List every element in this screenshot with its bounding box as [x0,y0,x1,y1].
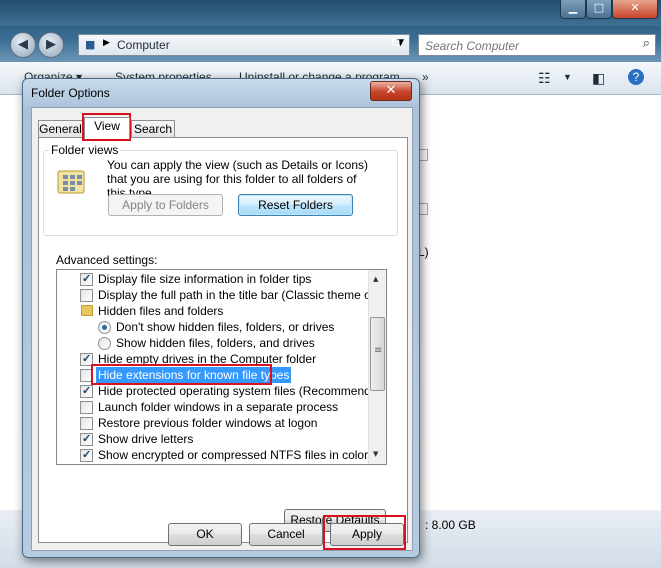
tab-search[interactable]: Search [131,120,175,138]
list-item[interactable]: Don't show hidden files, folders, or dri… [57,319,369,335]
list-item-label: Display file size information in folder … [98,272,312,286]
checkbox[interactable] [80,383,93,399]
checkbox[interactable] [80,417,93,430]
folder-options-dialog: Folder Options ✕ General View Search Fol… [22,78,420,558]
explorer-close-button[interactable]: ✕ [612,0,658,19]
apply-to-folders-button[interactable]: Apply to Folders [108,194,223,216]
preview-pane-icon[interactable]: ◧ [592,70,605,87]
list-item-label: Hide protected operating system files (R… [98,384,387,398]
advanced-settings-label: Advanced settings: [56,253,158,267]
radio-button[interactable] [98,321,111,334]
list-item-label: Restore previous folder windows at logon [98,416,318,430]
highlight-apply-button [323,515,406,550]
list-item-label: Don't show hidden files, folders, or dri… [116,320,335,334]
dialog-body: General View Search Folder views You can… [31,107,413,551]
computer-icon: ■ [85,38,96,51]
maximize-button[interactable]: □ [586,0,612,19]
ok-button[interactable]: OK [168,523,242,546]
refresh-icon[interactable]: ↻ [390,36,401,51]
list-item[interactable]: Launch folder windows in a separate proc… [57,399,369,415]
list-item[interactable]: Hide protected operating system files (R… [57,383,386,399]
checkbox[interactable] [80,401,93,414]
folder-icon [81,305,93,316]
dialog-close-button[interactable]: ✕ [370,81,412,101]
list-item-label: Display the full path in the title bar (… [98,288,387,302]
back-button[interactable]: ◀ [10,32,36,58]
list-item-label: Show drive letters [98,432,194,446]
list-item[interactable]: Show hidden files, folders, and drives [57,335,369,351]
list-item[interactable]: Display the full path in the title bar (… [57,287,386,303]
list-item[interactable]: Restore previous folder windows at logon [57,415,369,431]
checkbox[interactable] [80,289,93,302]
view-tab-panel: Folder views You can apply the view (suc… [38,137,408,543]
search-icon[interactable]: ⌕ [643,36,650,51]
list-item-label: Launch folder windows in a separate proc… [98,400,339,414]
checkbox[interactable] [80,447,93,463]
search-input[interactable] [423,37,627,54]
breadcrumb-arrow-icon: ▶ [103,38,110,48]
list-item[interactable]: Display file size information in folder … [57,271,369,287]
folder-views-title: Folder views [49,143,121,157]
folder-views-icon [57,170,85,194]
list-item[interactable]: Show encrypted or compressed NTFS files … [57,447,369,463]
list-item-label: Show hidden files, folders, and drives [116,336,315,350]
drive-size-text: : 8.00 GB [425,518,476,532]
dialog-title: Folder Options [31,86,110,100]
list-scrollbar[interactable]: ▲ ▼ [368,270,386,464]
scroll-up-icon[interactable]: ▲ [373,275,378,283]
forward-button[interactable]: ▶ [38,32,64,58]
tab-strip: General View Search [32,108,412,139]
radio-button[interactable] [98,337,111,350]
search-box[interactable]: ⌕ [418,34,656,56]
help-icon[interactable]: ? [628,69,644,85]
highlight-hide-extensions [91,364,272,385]
checkbox[interactable] [80,271,93,287]
list-item[interactable]: Show drive letters [57,431,369,447]
folder-views-group: Folder views You can apply the view (suc… [43,143,398,236]
tab-general[interactable]: General [38,120,83,138]
view-dropdown-icon[interactable]: ▼ [563,72,572,82]
list-item: Hidden files and folders [57,303,369,319]
list-item-label: Hidden files and folders [98,304,224,318]
cancel-button[interactable]: Cancel [249,523,323,546]
tab-view[interactable]: View [84,117,130,139]
more-commands-button[interactable]: » [422,70,429,84]
scroll-down-icon[interactable]: ▼ [373,450,378,458]
checkbox[interactable] [80,431,93,447]
explorer-titlebar: ▁ □ ✕ [0,0,661,26]
scroll-thumb[interactable] [370,317,385,391]
address-text: Computer [117,38,170,52]
address-bar[interactable]: ■ ▶ Computer ▼ [78,34,410,56]
view-options-icon[interactable]: ☷ [538,70,551,87]
minimize-button[interactable]: ▁ [560,0,586,19]
reset-folders-button[interactable]: Reset Folders [238,194,353,216]
list-item-label: Show encrypted or compressed NTFS files … [98,448,369,462]
